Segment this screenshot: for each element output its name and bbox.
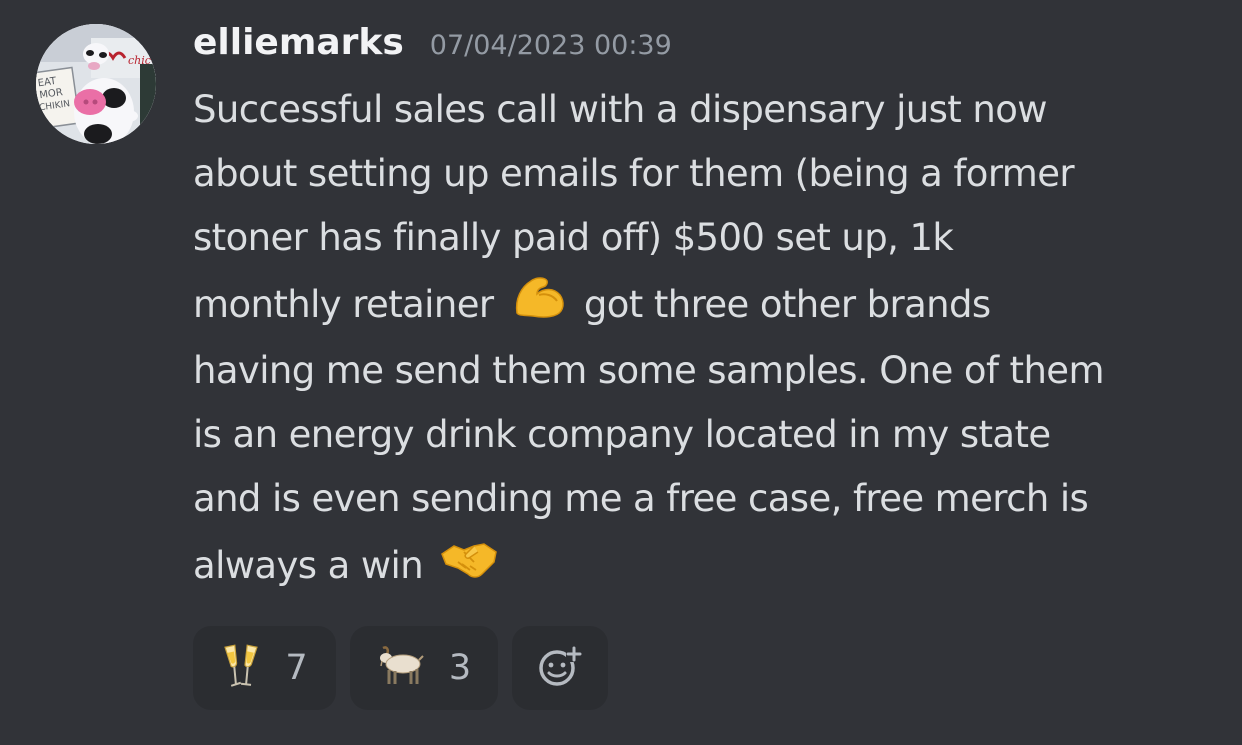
avatar[interactable]: chic-fil EAT MOR CHIKIN [36, 24, 156, 144]
message-line: monthly retainer got three other brands [193, 270, 1223, 339]
add-reaction-icon [538, 644, 582, 692]
message-line: stoner has finally paid off) $500 set up… [193, 216, 954, 259]
username[interactable]: elliemarks [193, 22, 404, 63]
reaction-goat[interactable]: 3 [350, 626, 498, 710]
message-content: Successful sales call with a dispensary … [193, 78, 1223, 600]
message-line: always a win [193, 531, 1223, 600]
message-line: is an energy drink company located in my… [193, 413, 1051, 456]
reaction-clinking-glasses[interactable]: 7 [193, 626, 336, 710]
timestamp[interactable]: 07/04/2023 00:39 [430, 30, 672, 61]
reaction-count: 3 [448, 648, 472, 688]
message-line: and is even sending me a free case, free… [193, 477, 1089, 520]
add-reaction-button[interactable] [512, 626, 608, 710]
message-header: elliemarks 07/04/2023 00:39 [193, 22, 672, 72]
message-text: always a win [193, 544, 424, 587]
chat-message: chic-fil EAT MOR CHIKIN elliemarks 07/04… [0, 0, 1242, 745]
message-line: having me send them some samples. One of… [193, 349, 1105, 392]
avatar-image: chic-fil EAT MOR CHIKIN [36, 24, 156, 144]
reaction-bar: 7 3 [193, 626, 608, 710]
message-text: got three other brands [583, 283, 991, 326]
message-line: about setting up emails for them (being … [193, 152, 1075, 195]
handshake-icon [440, 533, 498, 602]
message-line: Successful sales call with a dispensary … [193, 88, 1048, 131]
message-text: monthly retainer [193, 283, 494, 326]
flexed-biceps-icon [511, 272, 567, 341]
reaction-count: 7 [285, 648, 308, 688]
clinking-glasses-icon [221, 644, 261, 692]
goat-icon [377, 644, 425, 692]
